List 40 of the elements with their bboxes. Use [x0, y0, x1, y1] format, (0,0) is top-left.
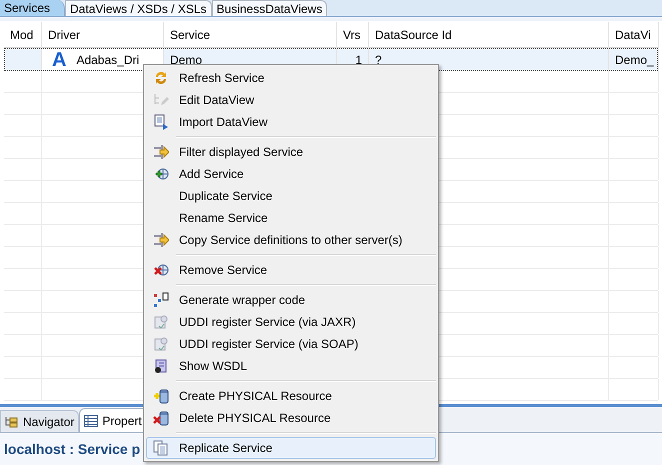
menu-item[interactable]: Generate wrapper code	[146, 289, 436, 311]
menu-item[interactable]: Create PHYSICAL Resource	[146, 385, 436, 407]
tab[interactable]: BusinessDataViews	[212, 0, 328, 16]
arrows-icon	[153, 232, 169, 248]
document-icon	[153, 358, 169, 374]
menu-item[interactable]: Copy Service definitions to other server(s)	[146, 229, 436, 251]
globe-plus-icon	[153, 166, 169, 182]
tab[interactable]: DataViews / XSDs / XSLs	[65, 0, 212, 16]
database-icon	[153, 388, 169, 404]
table-cell-text: Demo_	[615, 52, 654, 68]
menu-item[interactable]: Import DataView	[146, 111, 436, 133]
arrows-icon	[153, 144, 169, 160]
database-icon	[153, 410, 169, 426]
menu-item[interactable]: Edit DataView	[146, 89, 436, 111]
menu-item[interactable]: UDDI register Service (via JAXR)	[146, 311, 436, 333]
document-icon	[153, 440, 169, 456]
menu-item[interactable]: Rename Service	[146, 207, 436, 229]
tab[interactable]: Services	[0, 0, 66, 16]
menu-item[interactable]: UDDI register Service (via SOAP)	[146, 333, 436, 355]
view-tab[interactable]: Navigator	[0, 410, 80, 432]
refresh-icon	[153, 70, 169, 86]
menu-item[interactable]: Add Service	[146, 163, 436, 185]
document-icon	[153, 114, 169, 130]
globe-x-icon	[153, 262, 169, 278]
table-cell-text: ?	[375, 52, 382, 68]
menu-item[interactable]: Replicate Service	[146, 437, 436, 459]
menu-item[interactable]: Remove Service	[146, 259, 436, 281]
menu-item[interactable]: Delete PHYSICAL Resource	[146, 407, 436, 429]
diagram-icon	[153, 292, 169, 308]
table-cell-text: Adabas_Dri	[76, 52, 140, 68]
panel-title: localhost : Service p	[4, 440, 140, 459]
menu-item[interactable]: Filter displayed Service	[146, 141, 436, 163]
driver-logo: A	[52, 50, 66, 70]
table-cell-text: 1	[355, 52, 362, 68]
menu-item[interactable]: Duplicate Service	[146, 185, 436, 207]
table-icon	[84, 414, 98, 426]
menu-item[interactable]: Show WSDL	[146, 355, 436, 377]
pencil-icon	[153, 92, 169, 108]
folder-tree-icon	[5, 416, 19, 428]
table-cell-text: Demo	[170, 52, 202, 68]
